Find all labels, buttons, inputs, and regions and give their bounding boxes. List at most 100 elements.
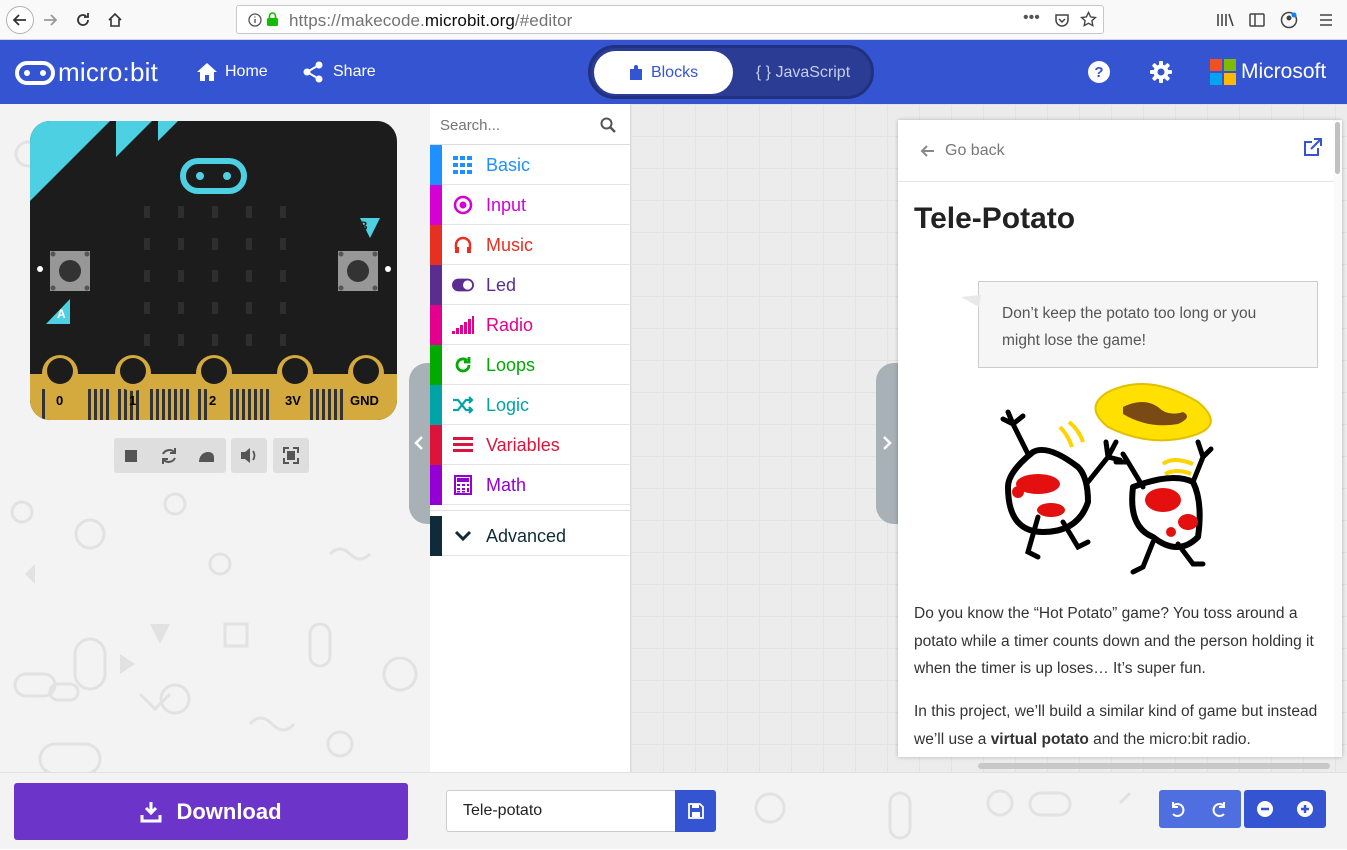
arrow-left-icon	[920, 145, 934, 157]
reload-icon[interactable]	[71, 8, 95, 32]
expand-tutorial-handle[interactable]	[876, 363, 898, 524]
category-loops[interactable]: Loops	[430, 345, 630, 385]
home-icon[interactable]	[103, 8, 127, 32]
headphones-icon	[452, 234, 474, 256]
grid-icon	[452, 154, 474, 176]
save-button[interactable]	[675, 790, 716, 832]
bookmark-star-icon[interactable]	[1080, 10, 1097, 33]
slowmo-icon[interactable]	[195, 445, 219, 472]
pin-label-gnd: GND	[350, 393, 379, 408]
mute-button[interactable]	[231, 438, 267, 473]
microsoft-logo[interactable]: Microsoft	[1210, 59, 1326, 85]
forward-icon[interactable]	[38, 8, 62, 32]
category-input[interactable]: Input	[430, 185, 630, 225]
horizontal-scrollbar[interactable]	[978, 763, 1330, 769]
category-music[interactable]: Music	[430, 225, 630, 265]
pocket-icon[interactable]	[1054, 12, 1070, 33]
category-color-bar	[430, 385, 442, 425]
tutorial-title: Tele-Potato	[914, 202, 1076, 235]
url-bar[interactable]: https://makecode.microbit.org/#editor ••…	[236, 5, 1104, 34]
editor-footer: Download Tele-potato	[0, 772, 1347, 849]
settings-gear-icon[interactable]	[1150, 61, 1172, 88]
chevron-left-icon	[414, 436, 423, 450]
button-a[interactable]	[50, 251, 90, 291]
help-icon[interactable]: ?	[1088, 61, 1110, 88]
tutorial-panel: Go back Tele-Potato Don’t keep the potat…	[898, 120, 1342, 757]
home-icon	[197, 63, 217, 81]
category-label: Led	[486, 275, 517, 295]
stop-icon[interactable]	[119, 445, 143, 472]
lock-icon	[266, 12, 279, 32]
category-color-bar	[430, 425, 442, 465]
download-label: Download	[176, 798, 282, 824]
tab-javascript[interactable]: { } JavaScript	[736, 51, 870, 94]
brand-label: Microsoft	[1241, 60, 1327, 83]
tutorial-scrollbar[interactable]	[1334, 120, 1342, 757]
menu-icon[interactable]	[1314, 8, 1338, 32]
sidebar-icon[interactable]	[1245, 8, 1269, 32]
category-radio[interactable]: Radio	[430, 305, 630, 345]
chevron-right-icon	[883, 436, 892, 450]
zoom-in-icon[interactable]	[1296, 800, 1314, 823]
category-label: Basic	[486, 155, 531, 175]
page-actions-icon[interactable]: •••	[1023, 9, 1040, 27]
category-color-bar	[430, 305, 442, 345]
download-button[interactable]: Download	[14, 783, 408, 840]
shuffle-icon	[452, 394, 474, 416]
share-label: Share	[333, 63, 376, 80]
fullscreen-button[interactable]	[273, 438, 309, 473]
pin-label-0: 0	[56, 393, 64, 408]
go-back-label: Go back	[945, 142, 1005, 159]
button-a-label: A	[57, 307, 66, 321]
restart-icon[interactable]	[157, 445, 181, 472]
logo-text: micro:bit	[58, 57, 159, 87]
category-label: Variables	[486, 435, 560, 455]
pin-label-2: 2	[209, 393, 217, 408]
go-back-link[interactable]: Go back	[920, 142, 1005, 160]
share-button[interactable]: Share	[302, 40, 376, 104]
category-variables[interactable]: Variables	[430, 425, 630, 465]
category-led[interactable]: Led	[430, 265, 630, 305]
category-basic[interactable]: Basic	[430, 145, 630, 185]
toolbox-search[interactable]	[430, 104, 630, 145]
zoom-out-icon[interactable]	[1256, 800, 1274, 823]
category-label: Input	[486, 195, 527, 215]
category-color-bar	[430, 465, 442, 505]
search-input[interactable]	[440, 113, 590, 137]
account-icon[interactable]	[1277, 8, 1301, 32]
calculator-icon	[452, 474, 474, 496]
home-button[interactable]: Home	[196, 40, 268, 104]
button-b[interactable]	[338, 251, 378, 291]
external-link-icon[interactable]	[1302, 136, 1324, 163]
scroll-thumb[interactable]	[1335, 122, 1340, 174]
category-logic[interactable]: Logic	[430, 385, 630, 425]
toolbox: Basic Input Music Led Radio Loops Logic Variabl…	[430, 104, 631, 772]
microbit-logo[interactable]: micro:bit	[14, 57, 158, 88]
category-color-bar	[430, 225, 442, 265]
category-color-bar	[430, 265, 442, 305]
save-disk-icon	[687, 803, 704, 819]
simulator-panel: 0 1 2 3V GND A B	[0, 104, 430, 772]
category-color-bar	[430, 145, 442, 185]
search-icon[interactable]	[600, 117, 616, 133]
home-label: Home	[225, 63, 268, 80]
back-icon[interactable]	[6, 6, 34, 34]
category-advanced[interactable]: Advanced	[430, 516, 630, 556]
info-icon[interactable]	[248, 13, 262, 32]
speaker-icon	[241, 448, 256, 463]
project-paragraph: In this project, we’ll build a similar k…	[914, 698, 1324, 753]
redo-icon[interactable]	[1208, 800, 1230, 823]
svg-text:?: ?	[1094, 64, 1103, 81]
chevron-down-icon	[452, 525, 474, 547]
library-icon[interactable]	[1213, 8, 1237, 32]
refresh-icon	[452, 354, 474, 376]
tab-blocks[interactable]: Blocks	[594, 51, 733, 94]
collapse-sim-handle[interactable]	[409, 363, 430, 524]
category-color-bar	[430, 345, 442, 385]
project-name-field[interactable]: Tele-potato	[446, 790, 676, 832]
category-math[interactable]: Math	[430, 465, 630, 505]
category-label: Math	[486, 475, 527, 495]
fullscreen-icon	[283, 447, 299, 464]
undo-icon[interactable]	[1167, 800, 1189, 823]
project-name-text: Tele-potato	[463, 802, 543, 819]
